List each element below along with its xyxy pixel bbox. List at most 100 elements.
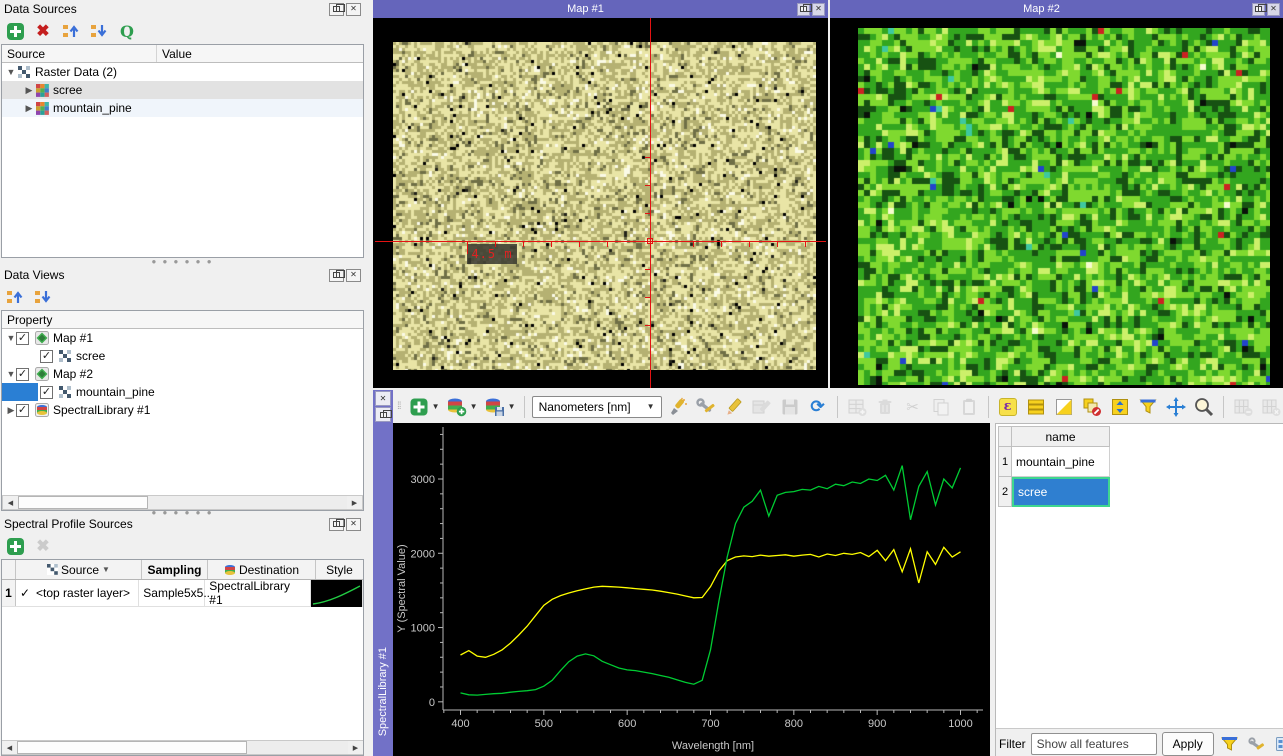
float-panel-button[interactable] — [329, 3, 344, 16]
visibility-checkbox[interactable]: ✓ — [40, 386, 53, 399]
tree-item-map1[interactable]: ▼ ✓ Map #1 — [2, 329, 363, 347]
collapse-arrow-icon[interactable]: ▼ — [6, 67, 16, 77]
float-dock-button[interactable] — [375, 407, 391, 422]
add-profile-source-button[interactable] — [5, 536, 25, 556]
source-cell[interactable]: ✓<top raster layer> — [16, 580, 139, 606]
toggle-editing-button[interactable] — [722, 395, 746, 419]
visibility-checkbox[interactable]: ✓ — [16, 368, 29, 381]
remove-profile-source-button[interactable]: ✖ — [33, 536, 53, 556]
tree-item-map2-mountain-pine[interactable]: ✓ mountain_pine — [2, 383, 363, 401]
float-panel-button[interactable] — [329, 269, 344, 282]
dropdown-arrow-icon[interactable]: ▼ — [432, 402, 441, 411]
filter-settings-icon-button[interactable] — [1246, 733, 1268, 755]
visibility-checkbox[interactable]: ✓ — [40, 350, 53, 363]
main-vertical-splitter[interactable] — [365, 0, 373, 756]
style-cell[interactable] — [311, 580, 363, 606]
expand-arrow-icon[interactable]: ▶ — [24, 103, 34, 114]
plot-settings-button[interactable] — [694, 395, 718, 419]
row-number[interactable]: 1 — [998, 447, 1012, 477]
corner-cell[interactable] — [998, 426, 1012, 447]
source-column-header[interactable]: Source▼ — [16, 560, 142, 579]
name-cell-selected[interactable]: scree — [1012, 477, 1110, 507]
select-by-expression-button[interactable]: ε — [996, 395, 1020, 419]
style-column-header[interactable]: Style — [316, 560, 363, 579]
source-column-header[interactable]: Source — [2, 45, 157, 62]
tree-item-map2[interactable]: ▼ ✓ Map #2 — [2, 365, 363, 383]
expand-all-button[interactable] — [33, 287, 53, 307]
qgis-sync-button[interactable]: Q — [117, 21, 137, 41]
expand-arrow-icon[interactable]: ▶ — [6, 405, 16, 416]
close-dock-button[interactable]: ✕ — [375, 391, 391, 406]
map1-canvas-area[interactable]: 4.5 m — [373, 18, 828, 388]
tree-item-scree[interactable]: ▶ scree — [2, 81, 363, 99]
panel-splitter[interactable]: ● ● ● ● ● ● — [0, 258, 365, 266]
sampling-cell[interactable]: Sample5x5... — [139, 580, 205, 606]
tree-item-mountain-pine[interactable]: ▶ mountain_pine — [2, 99, 363, 117]
spectral-sources-hscrollbar[interactable]: ◀ ▶ — [2, 740, 363, 755]
cut-features-button[interactable]: ✂ — [901, 395, 925, 419]
float-panel-button[interactable] — [329, 518, 344, 531]
add-source-button[interactable] — [5, 21, 25, 41]
close-map-button[interactable]: ✕ — [1267, 3, 1280, 16]
x-unit-combobox[interactable]: Nanometers [nm]▼ — [532, 396, 662, 418]
profile-source-row[interactable]: 1 ✓<top raster layer> Sample5x5... Spect… — [2, 580, 363, 607]
scroll-track[interactable] — [247, 741, 348, 754]
map1-raster[interactable] — [393, 42, 816, 370]
close-panel-button[interactable]: ✕ — [346, 518, 361, 531]
row-number[interactable]: 2 — [998, 477, 1012, 507]
delete-feature-button[interactable] — [873, 395, 897, 419]
zoom-to-selection-button[interactable] — [1192, 395, 1216, 419]
pan-to-selection-button[interactable] — [1164, 395, 1188, 419]
apply-filter-button[interactable]: Apply — [1162, 732, 1214, 756]
visibility-checkbox[interactable]: ✓ — [16, 332, 29, 345]
tree-header[interactable]: Property — [2, 311, 363, 329]
map2-raster[interactable] — [858, 28, 1270, 385]
form-view-button[interactable] — [1273, 733, 1283, 755]
close-map-button[interactable]: ✕ — [812, 3, 825, 16]
dropdown-arrow-icon[interactable]: ▼ — [508, 402, 517, 411]
toolbar-drag-handle[interactable]: ⁞⁞ — [397, 401, 401, 412]
deselect-all-button[interactable] — [1080, 395, 1104, 419]
float-map-button[interactable] — [797, 3, 810, 16]
scroll-left-button[interactable]: ◀ — [3, 496, 18, 509]
expand-all-button[interactable] — [89, 21, 109, 41]
close-panel-button[interactable]: ✕ — [346, 3, 361, 16]
filter-input[interactable] — [1031, 733, 1157, 755]
map1-titlebar[interactable]: Map #1 ✕ — [373, 0, 828, 18]
destination-column-header[interactable]: Destination — [208, 560, 316, 579]
collapse-arrow-icon[interactable]: ▼ — [6, 369, 16, 379]
map2-titlebar[interactable]: Map #2 ✕ — [830, 0, 1283, 18]
scroll-right-button[interactable]: ▶ — [347, 496, 362, 509]
scroll-thumb[interactable] — [17, 741, 247, 754]
tree-item-map1-scree[interactable]: ✓ scree — [2, 347, 363, 365]
collapse-arrow-icon[interactable]: ▼ — [6, 333, 16, 343]
tree-item-spectral-library[interactable]: ▶ ✓ SpectralLibrary #1 — [2, 401, 363, 419]
save-profiles-button[interactable] — [483, 395, 507, 419]
reload-table-button[interactable]: ⟳ — [806, 395, 830, 419]
visibility-checkbox[interactable]: ✓ — [16, 404, 29, 417]
expand-arrow-icon[interactable]: ▶ — [24, 85, 34, 96]
tree-header[interactable]: Source Value — [2, 45, 363, 63]
enabled-checkbox[interactable]: ✓ — [20, 586, 33, 600]
add-current-profiles-button[interactable] — [407, 395, 431, 419]
feature-row[interactable]: 1 mountain_pine — [998, 447, 1283, 477]
dropdown-arrow-icon[interactable]: ▼ — [470, 402, 479, 411]
scroll-right-button[interactable]: ▶ — [348, 741, 363, 754]
map2-canvas-area[interactable] — [830, 18, 1283, 388]
feature-row[interactable]: 2 scree — [998, 477, 1283, 507]
add-feature-button[interactable] — [845, 395, 869, 419]
name-cell[interactable]: mountain_pine — [1012, 447, 1110, 477]
add-profiles-to-library-button[interactable] — [445, 395, 469, 419]
invert-selection-button[interactable] — [1052, 395, 1076, 419]
paste-features-button[interactable] — [957, 395, 981, 419]
filter-icon-button[interactable] — [1219, 733, 1241, 755]
filter-table-button[interactable] — [1136, 395, 1160, 419]
value-column-header[interactable]: Value — [157, 45, 363, 62]
new-field-button[interactable] — [1231, 395, 1255, 419]
destination-cell[interactable]: SpectralLibrary #1 — [205, 580, 311, 606]
copy-features-button[interactable] — [929, 395, 953, 419]
collapse-all-button[interactable] — [5, 287, 25, 307]
select-all-button[interactable] — [1024, 395, 1048, 419]
name-column-header[interactable]: name — [1012, 426, 1110, 447]
select-by-value-button[interactable] — [1108, 395, 1132, 419]
